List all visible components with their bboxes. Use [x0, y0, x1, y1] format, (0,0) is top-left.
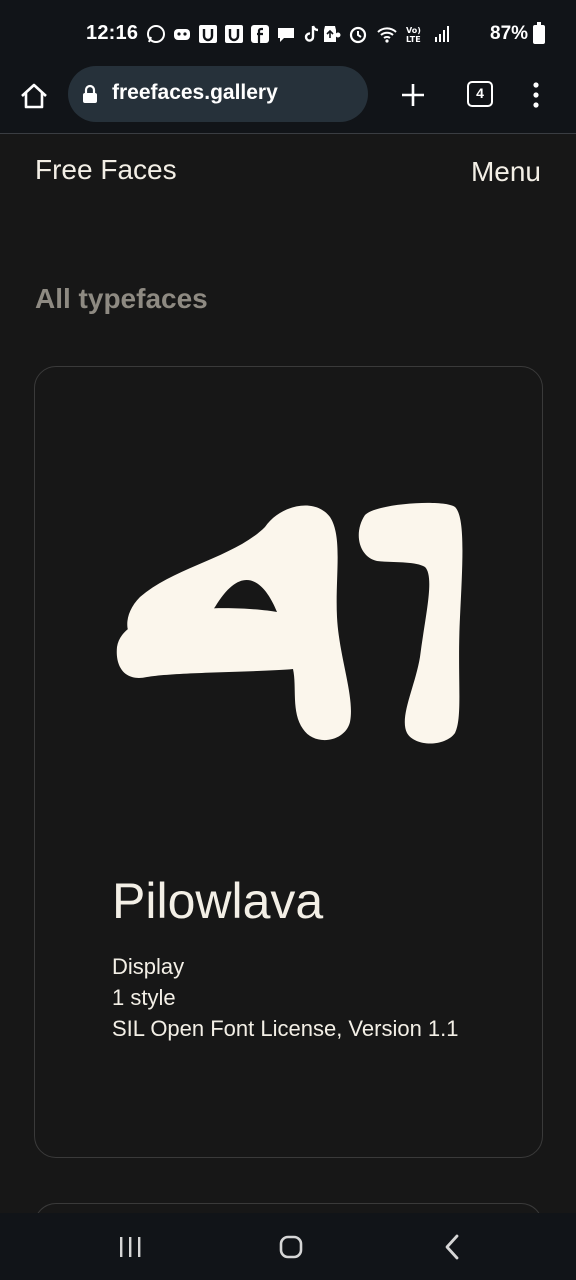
site-header: Free Faces Menu: [0, 134, 576, 214]
chat-icon: [276, 24, 296, 44]
home-icon[interactable]: [18, 80, 50, 112]
section-title: All typefaces: [35, 283, 208, 314]
facebook-icon: [250, 24, 270, 44]
svg-text:Vo): Vo): [406, 26, 421, 35]
notification-icons: [146, 24, 348, 44]
recycle-icon: [320, 24, 340, 44]
wifi-icon: [376, 24, 397, 44]
back-icon[interactable]: [442, 1233, 462, 1261]
menu-button[interactable]: Menu: [471, 156, 541, 188]
battery-icon: [533, 22, 545, 44]
address-bar[interactable]: freefaces.gallery: [68, 66, 368, 122]
u-app-icon: [224, 24, 244, 44]
signal-icon: [432, 24, 452, 44]
whatsapp-icon: [146, 24, 166, 44]
u-app-icon: [198, 24, 218, 44]
tiktok-icon: [302, 24, 322, 44]
nav-home-icon[interactable]: [278, 1234, 304, 1260]
system-icons: Vo) LTE: [320, 24, 452, 44]
lock-icon[interactable]: [82, 84, 98, 104]
svg-text:LTE: LTE: [406, 35, 421, 44]
typeface-category: Display: [112, 954, 185, 979]
tab-switcher-button[interactable]: 4: [467, 81, 493, 107]
discord-icon: [172, 24, 192, 44]
site-logo[interactable]: Free Faces: [35, 154, 177, 186]
typeface-license: SIL Open Font License, Version 1.1: [112, 1016, 459, 1041]
status-bar: 12:16 Vo) LTE 87%: [0, 0, 576, 66]
recents-icon[interactable]: [118, 1236, 142, 1258]
browser-toolbar: freefaces.gallery 4: [0, 66, 576, 134]
typeface-specimen: [116, 502, 463, 744]
typeface-card[interactable]: Pilowlava Display 1 style SIL Open Font …: [34, 366, 543, 1158]
new-tab-icon[interactable]: [398, 80, 428, 110]
battery-percentage: 87%: [490, 23, 529, 44]
volte-icon: Vo) LTE: [404, 24, 424, 44]
system-nav-bar: [0, 1213, 576, 1280]
more-options-icon[interactable]: [528, 80, 544, 110]
typeface-meta: Display 1 style SIL Open Font License, V…: [112, 951, 459, 1044]
url-text[interactable]: freefaces.gallery: [112, 81, 278, 105]
alarm-icon: [348, 24, 368, 44]
typeface-styles: 1 style: [112, 985, 176, 1010]
typeface-name[interactable]: Pilowlava: [112, 872, 323, 930]
status-time: 12:16: [86, 22, 139, 44]
